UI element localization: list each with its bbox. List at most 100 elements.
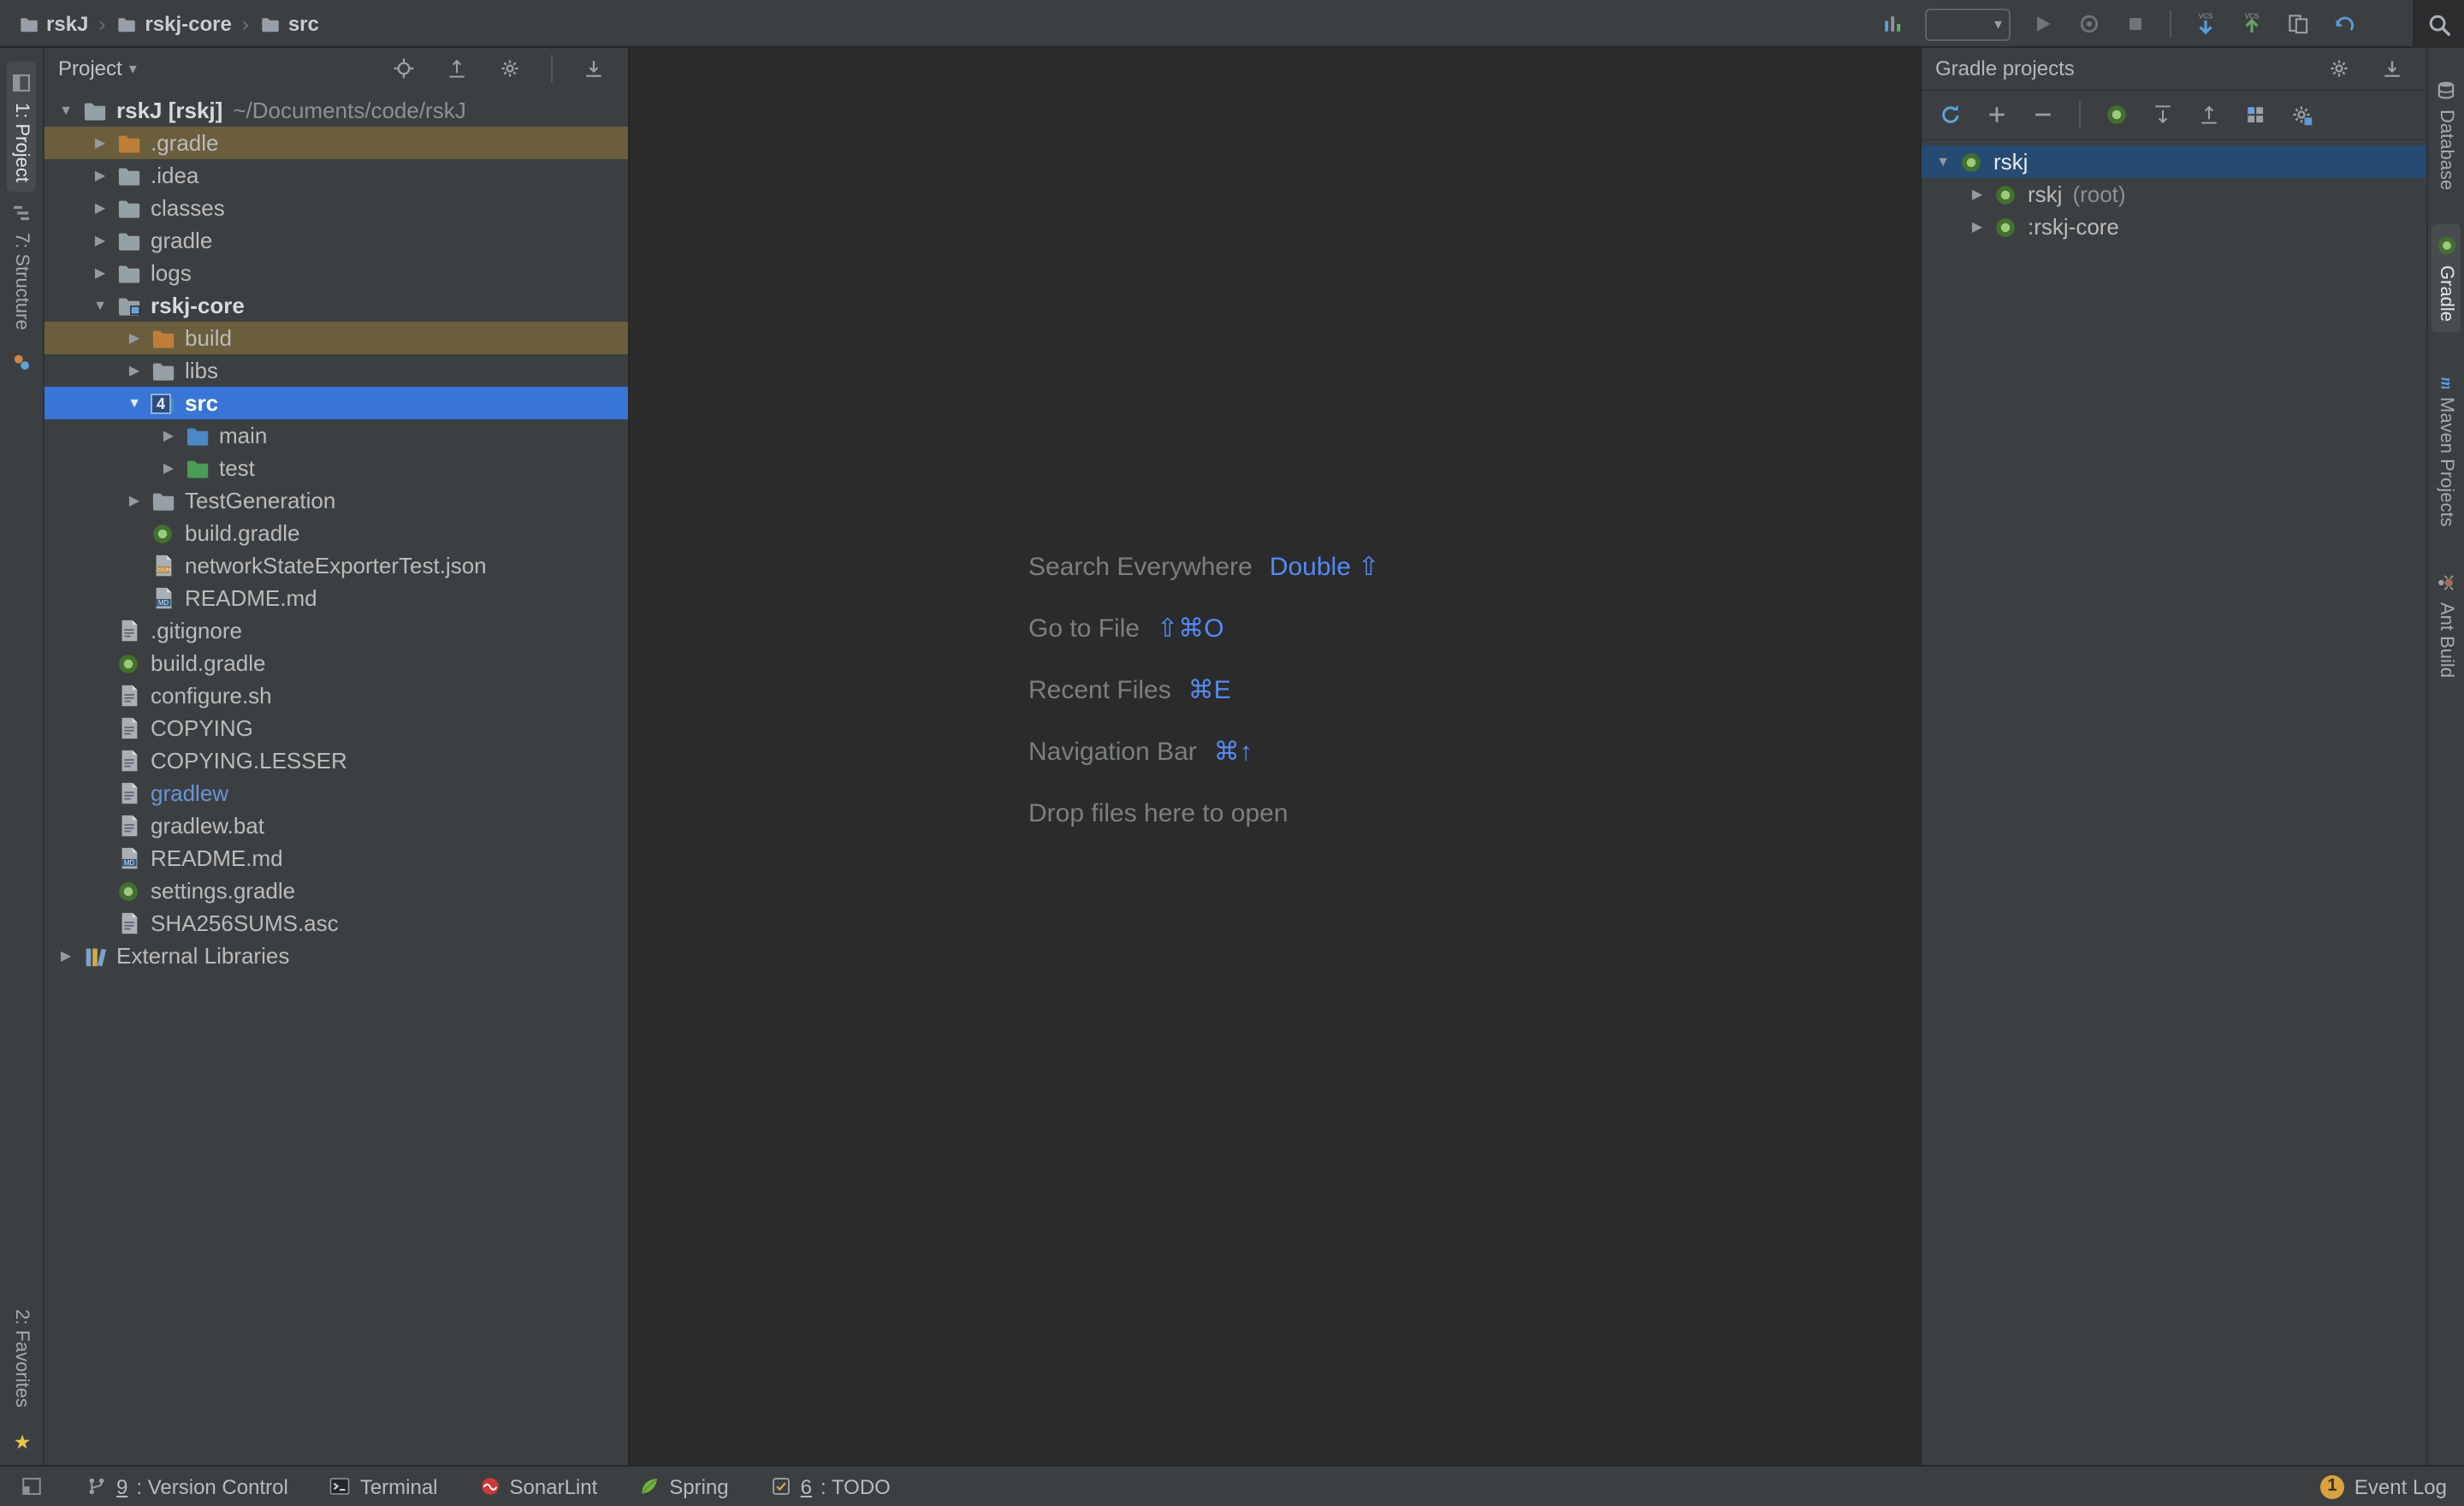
remove-icon[interactable]	[2024, 96, 2062, 133]
tree-row[interactable]: COPYING.LESSER	[44, 744, 628, 777]
chevron-collapsed-icon[interactable]: ▶	[1963, 187, 1992, 202]
collapse-all-icon[interactable]	[436, 48, 477, 89]
tree-row[interactable]: configure.sh	[44, 679, 628, 712]
tree-row[interactable]: ▶ :rskj-core	[1922, 210, 2426, 243]
chevron-collapsed-icon[interactable]: ▶	[120, 363, 149, 378]
search-everywhere-button[interactable]	[2413, 0, 2464, 48]
diff-icon[interactable]	[2277, 3, 2319, 44]
chevron-collapsed-icon[interactable]: ▶	[86, 135, 115, 151]
star-icon[interactable]: ★	[8, 1427, 35, 1455]
breadcrumb-item[interactable]: src	[259, 11, 319, 35]
tree-row[interactable]: settings.gradle	[44, 875, 628, 907]
hide-icon[interactable]	[2372, 48, 2413, 89]
tree-row[interactable]: ▶libs	[44, 354, 628, 387]
chevron-collapsed-icon[interactable]: ▶	[86, 233, 115, 248]
tree-row[interactable]: MDREADME.md	[44, 582, 628, 614]
tree-row[interactable]: ▶.gradle	[44, 127, 628, 159]
status-item-sonarlint[interactable]: SonarLint	[479, 1474, 598, 1498]
tree-row[interactable]: ▶classes	[44, 192, 628, 224]
refresh-icon[interactable]	[1932, 96, 1969, 133]
coverage-icon[interactable]	[2069, 3, 2110, 44]
main-toolbar: ▾ VCSVCS	[1872, 0, 2365, 48]
tree-row[interactable]: SHA256SUMS.asc	[44, 907, 628, 940]
tree-row[interactable]: ▼rskj	[1922, 145, 2426, 178]
tree-row[interactable]: ▼rskj-core	[44, 289, 628, 322]
tree-row[interactable]: ▶TestGeneration	[44, 484, 628, 517]
tree-row[interactable]: build.gradle	[44, 647, 628, 679]
settings-icon[interactable]	[2319, 48, 2360, 89]
chevron-collapsed-icon[interactable]: ▶	[86, 265, 115, 281]
chevron-collapsed-icon[interactable]: ▶	[86, 168, 115, 183]
chevron-collapsed-icon[interactable]: ▶	[86, 200, 115, 216]
tree-item-label: settings.gradle	[151, 875, 295, 907]
toolwindow-tab-gradle[interactable]: Gradle	[2431, 224, 2461, 332]
chevron-expanded-icon[interactable]: ▼	[86, 298, 115, 313]
tree-row[interactable]: .gitignore	[44, 614, 628, 647]
status-item-terminal[interactable]: Terminal	[329, 1474, 438, 1498]
gradle-settings-icon[interactable]	[2283, 96, 2320, 133]
collapse-all-icon[interactable]	[2190, 96, 2228, 133]
run-configurations-dropdown[interactable]: ▾	[1925, 8, 2011, 40]
chevron-collapsed-icon[interactable]: ▶	[51, 948, 80, 963]
tree-row[interactable]: ▶logs	[44, 257, 628, 289]
tree-row[interactable]: build.gradle	[44, 517, 628, 549]
chevron-collapsed-icon[interactable]: ▶	[154, 428, 183, 443]
vcs-update-icon[interactable]: VCS	[2185, 3, 2226, 44]
project-view-selector[interactable]: Project ▾	[58, 56, 137, 80]
play-icon[interactable]	[2023, 3, 2064, 44]
tree-row[interactable]: ▼4src	[44, 387, 628, 419]
chevron-expanded-icon[interactable]: ▼	[1928, 154, 1958, 169]
rollback-icon[interactable]	[2324, 3, 2365, 44]
toolwindow-tab-7-structure[interactable]: 7: Structure	[7, 193, 36, 341]
toolwindow-tab-database[interactable]: Database	[2431, 68, 2461, 200]
chevron-expanded-icon[interactable]: ▼	[51, 103, 80, 118]
stop-icon[interactable]	[2115, 3, 2156, 44]
chevron-collapsed-icon[interactable]: ▶	[120, 493, 149, 508]
tree-row[interactable]: JSONnetworkStateExporterTest.json	[44, 549, 628, 582]
group-modules-icon[interactable]	[2236, 96, 2274, 133]
chevron-collapsed-icon[interactable]: ▶	[120, 330, 149, 346]
toolwindow-tab-1-project[interactable]: 1: Project	[7, 62, 36, 193]
tree-item-label: :rskj-core	[2028, 210, 2119, 243]
tree-row[interactable]: ▶build	[44, 322, 628, 354]
tree-row[interactable]: ▶.idea	[44, 159, 628, 192]
chevron-collapsed-icon[interactable]: ▶	[1963, 219, 1992, 234]
toolwindow-tab-plugin[interactable]	[7, 341, 36, 384]
gradle-icon	[2435, 234, 2457, 257]
tree-row[interactable]: COPYING	[44, 712, 628, 744]
gradle-icon[interactable]	[2098, 96, 2135, 133]
tree-row[interactable]: ▶rskj(root)	[1922, 178, 2426, 210]
locate-icon[interactable]	[383, 48, 424, 89]
tree-item-label: gradle	[151, 224, 212, 257]
expand-all-icon[interactable]	[2144, 96, 2182, 133]
chevron-collapsed-icon[interactable]: ▶	[154, 460, 183, 476]
event-log-button[interactable]: 1Event Log	[2320, 1474, 2447, 1498]
toolwindow-tab-favorites[interactable]: 2: Favorites	[8, 1298, 35, 1417]
vcs-commit-icon[interactable]: VCS	[2231, 3, 2272, 44]
sync-icon[interactable]	[1872, 3, 1913, 44]
tree-row[interactable]: ▶External Libraries	[44, 940, 628, 972]
toolwindow-tab-maven-projects[interactable]: mMaven Projects	[2431, 356, 2461, 537]
status-item--version-control[interactable]: 9: Version Control	[86, 1474, 288, 1498]
svg-text:★: ★	[13, 1431, 30, 1453]
hide-icon[interactable]	[573, 48, 614, 89]
status-item-spring[interactable]: Spring	[638, 1474, 728, 1498]
folder-icon	[115, 259, 142, 287]
breadcrumb-item[interactable]: rskj-core	[116, 11, 231, 35]
tree-row[interactable]: MDREADME.md	[44, 842, 628, 875]
tree-row[interactable]: gradlew	[44, 777, 628, 809]
tree-row[interactable]: ▶test	[44, 452, 628, 484]
toolwindow-tab-ant-build[interactable]: Ant Build	[2431, 561, 2461, 688]
breadcrumb-item[interactable]: rskJ	[17, 11, 88, 35]
toolwindows-icon[interactable]	[17, 1473, 44, 1500]
settings-icon[interactable]	[489, 48, 530, 89]
tree-row[interactable]: ▶ gradle	[44, 224, 628, 257]
tree-row[interactable]: gradlew.bat	[44, 809, 628, 842]
folder-excluded-icon	[149, 324, 176, 352]
chevron-expanded-icon[interactable]: ▼	[120, 395, 149, 411]
spring-icon	[638, 1475, 660, 1497]
add-icon[interactable]	[1978, 96, 2016, 133]
tree-row[interactable]: ▶main	[44, 419, 628, 452]
tree-row[interactable]: ▼rskJ [rskj]~/Documents/code/rskJ	[44, 94, 628, 127]
status-item--todo[interactable]: 6: TODO	[770, 1474, 891, 1498]
